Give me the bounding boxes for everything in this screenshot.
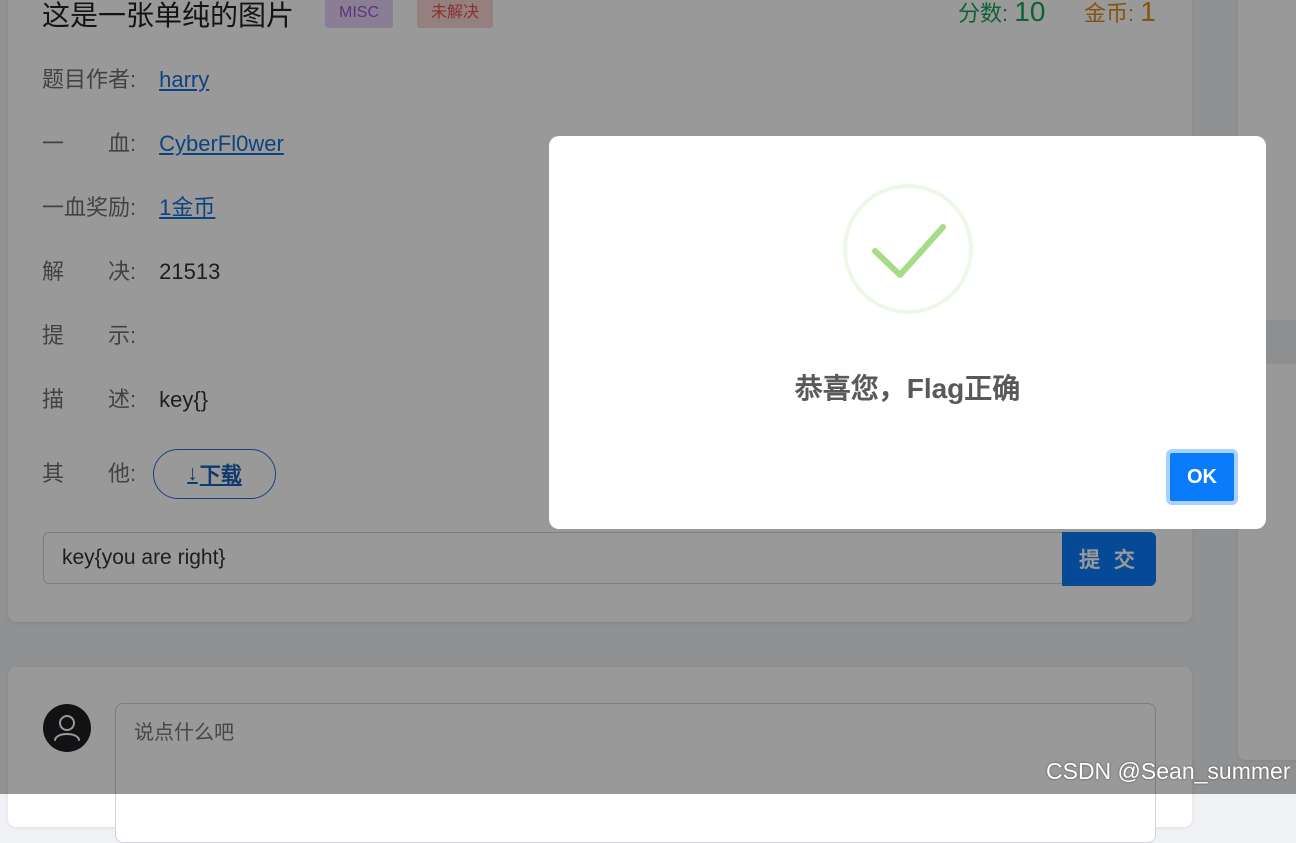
watermark: CSDN @Sean_summer (1046, 758, 1291, 784)
modal-message: 恭喜您，Flag正确 (794, 373, 1021, 404)
success-modal: 恭喜您，Flag正确 OK (549, 136, 1266, 529)
ok-button[interactable]: OK (1166, 449, 1238, 505)
success-check-icon (842, 183, 974, 315)
